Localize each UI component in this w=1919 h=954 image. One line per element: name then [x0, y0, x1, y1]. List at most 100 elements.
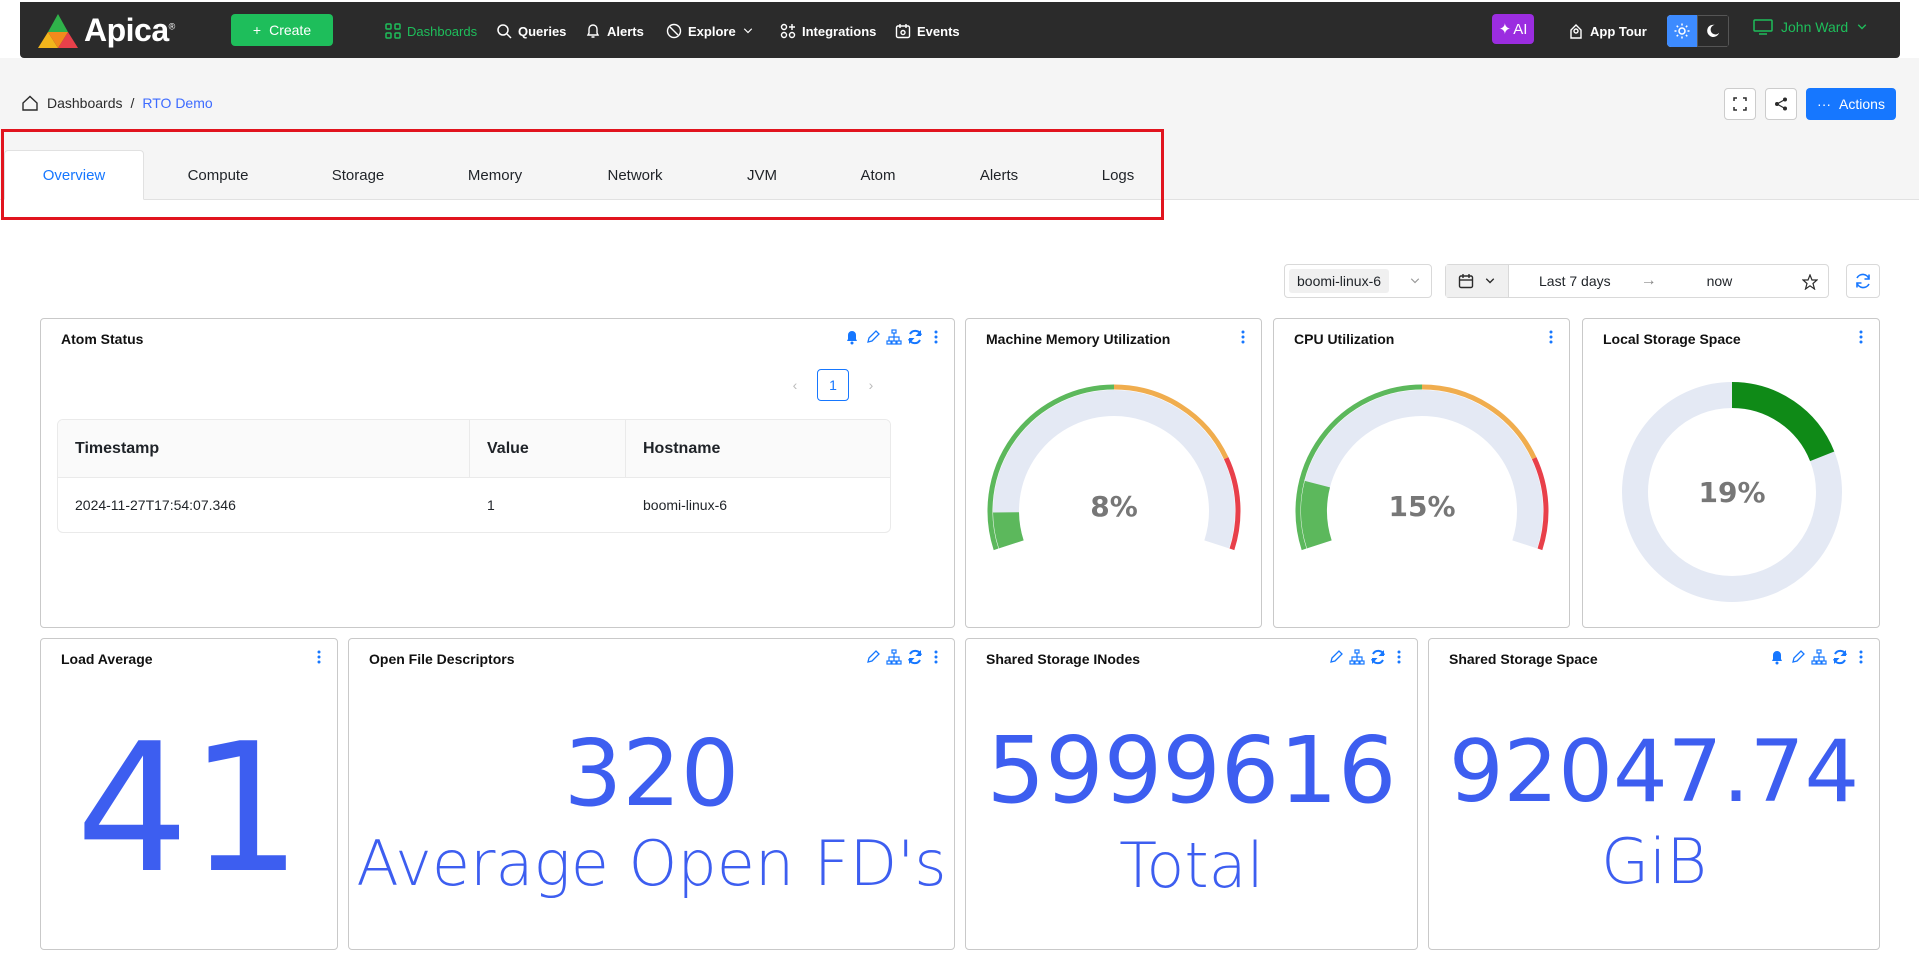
breadcrumb-current[interactable]: RTO Demo — [142, 95, 212, 111]
prev-page-icon[interactable]: ‹ — [785, 377, 805, 393]
atom-status-table: Timestamp Value Hostname 2024-11-27T17:5… — [57, 419, 891, 533]
chevron-down-icon — [1857, 24, 1867, 30]
tab-storage[interactable]: Storage — [288, 151, 428, 199]
user-name: John Ward — [1781, 19, 1849, 35]
local-storage-donut: 19% — [1622, 382, 1842, 602]
hierarchy-icon[interactable] — [886, 649, 902, 665]
nav-dashboards[interactable]: Dashboards — [385, 20, 477, 42]
hierarchy-icon[interactable] — [1811, 649, 1827, 665]
more-vertical-icon[interactable] — [1391, 649, 1407, 665]
pen-icon[interactable] — [865, 329, 881, 345]
panel-toolbar — [1235, 329, 1251, 345]
nav-integrations[interactable]: Integrations — [780, 20, 876, 42]
sync-icon[interactable] — [907, 649, 923, 665]
cpu-gauge: 15% — [1295, 384, 1549, 551]
gauge-value-arc — [1301, 480, 1332, 549]
hierarchy-icon[interactable] — [886, 329, 902, 345]
calendar-dropdown[interactable] — [1446, 265, 1509, 297]
host-select[interactable]: boomi-linux-6 — [1284, 264, 1432, 298]
create-button[interactable]: + Create — [231, 14, 333, 46]
local-storage-panel: Local Storage Space 19% — [1582, 318, 1880, 628]
home-icon[interactable] — [21, 94, 39, 112]
refresh-icon — [1856, 273, 1870, 289]
plus-icon: + — [252, 22, 262, 38]
column-timestamp[interactable]: Timestamp — [58, 420, 470, 477]
more-vertical-icon[interactable] — [1853, 329, 1869, 345]
memory-gauge: 8% — [987, 384, 1241, 551]
pen-icon[interactable] — [865, 649, 881, 665]
more-vertical-icon[interactable] — [311, 649, 327, 665]
inodes-value: 5999616 — [986, 717, 1397, 824]
app-name: Apica® — [84, 11, 175, 48]
nav-dashboards-label: Dashboards — [407, 23, 478, 39]
gauge-track — [1301, 390, 1543, 549]
star-icon[interactable] — [1802, 274, 1818, 290]
page-number[interactable]: 1 — [817, 369, 849, 401]
calendar-icon — [1458, 274, 1474, 289]
sparkle-icon: ✦ — [1498, 21, 1512, 38]
refresh-button[interactable] — [1846, 264, 1880, 298]
more-vertical-icon[interactable] — [928, 329, 944, 345]
shared-inodes-panel: Shared Storage INodes 5999616 Total — [965, 638, 1418, 950]
share-button[interactable] — [1765, 88, 1797, 120]
create-label: Create — [269, 22, 312, 38]
more-vertical-icon[interactable] — [1543, 329, 1559, 345]
nav-explore[interactable]: Explore — [666, 20, 754, 42]
dark-mode-button[interactable] — [1697, 15, 1729, 47]
chevron-down-icon — [1410, 278, 1420, 284]
panel-title: CPU Utilization — [1294, 331, 1395, 347]
panel-title: Load Average — [61, 651, 153, 667]
pen-icon[interactable] — [1328, 649, 1344, 665]
next-page-icon[interactable]: › — [861, 377, 881, 393]
fullscreen-icon — [1733, 97, 1747, 111]
range-start[interactable]: Last 7 days — [1539, 273, 1611, 289]
chevron-down-icon — [1485, 278, 1495, 284]
cell-timestamp: 2024-11-27T17:54:07.346 — [75, 497, 236, 513]
sync-icon[interactable] — [1370, 649, 1386, 665]
open-fd-unit: Average Open FD's — [356, 827, 947, 900]
share-icon — [1775, 97, 1787, 111]
memory-utilization-panel: Machine Memory Utilization 8% — [965, 318, 1262, 628]
time-range-picker[interactable]: Last 7 days → now — [1445, 264, 1829, 298]
nav-alerts-label: Alerts — [607, 23, 644, 39]
tab-atom[interactable]: Atom — [808, 151, 948, 199]
more-vertical-icon[interactable] — [1235, 329, 1251, 345]
more-vertical-icon[interactable] — [1853, 649, 1869, 665]
bell-icon[interactable] — [1769, 649, 1785, 665]
compass-icon — [666, 23, 682, 39]
apica-logo[interactable]: Apica® — [38, 10, 175, 50]
tab-memory[interactable]: Memory — [425, 151, 565, 199]
sync-icon[interactable] — [1832, 649, 1848, 665]
range-end[interactable]: now — [1707, 273, 1733, 289]
app-tour-button[interactable]: App Tour — [1568, 20, 1647, 42]
breadcrumb-dashboards[interactable]: Dashboards — [47, 95, 123, 111]
actions-button[interactable]: ··· Actions — [1806, 88, 1896, 120]
ellipsis-icon: ··· — [1817, 96, 1832, 112]
light-mode-button[interactable] — [1667, 15, 1697, 47]
tab-overview[interactable]: Overview — [4, 150, 144, 200]
tab-logs[interactable]: Logs — [1048, 151, 1188, 199]
moon-icon — [1707, 24, 1720, 37]
column-hostname[interactable]: Hostname — [626, 420, 890, 477]
bell-icon[interactable] — [844, 329, 860, 345]
panel-title: Local Storage Space — [1603, 331, 1741, 347]
ai-button[interactable]: ✦ AI — [1492, 14, 1534, 44]
panel-toolbar — [865, 649, 944, 665]
tab-compute[interactable]: Compute — [148, 151, 288, 199]
user-menu[interactable]: John Ward — [1753, 19, 1868, 35]
nav-queries[interactable]: Queries — [496, 20, 566, 42]
column-value[interactable]: Value — [470, 420, 626, 477]
atom-status-panel: Atom Status ‹ 1 › Timestamp Value Hostna… — [40, 318, 955, 628]
pen-icon[interactable] — [1790, 649, 1806, 665]
top-navbar: Apica® + Create Dashboards Queries Alert… — [20, 2, 1900, 58]
nav-explore-label: Explore — [688, 23, 736, 39]
nav-alerts[interactable]: Alerts — [585, 20, 644, 42]
fullscreen-button[interactable] — [1724, 88, 1756, 120]
sync-icon[interactable] — [907, 329, 923, 345]
tab-network[interactable]: Network — [565, 151, 705, 199]
integrations-icon — [780, 23, 796, 39]
more-vertical-icon[interactable] — [928, 649, 944, 665]
hierarchy-icon[interactable] — [1349, 649, 1365, 665]
theme-toggle[interactable] — [1667, 15, 1729, 47]
nav-events[interactable]: Events — [895, 20, 960, 42]
